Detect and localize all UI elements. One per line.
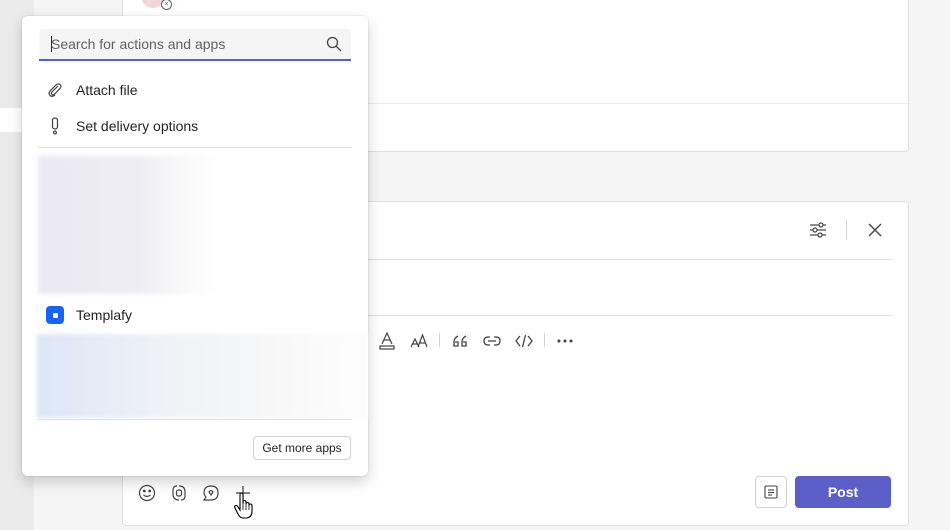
text-caret [51,36,52,52]
exclamation-icon [44,117,66,135]
app-icon-wrapper [44,306,66,324]
link-icon[interactable] [481,331,503,351]
hand-cursor-icon [233,492,255,525]
font-size-icon[interactable] [409,331,429,351]
actions-apps-popup: Attach file Set delivery options Templaf… [22,16,368,476]
app-item-templafy[interactable]: Templafy [22,297,368,333]
templafy-logo [46,306,64,324]
loop-icon[interactable] [169,483,189,503]
paperclip-icon [44,82,66,98]
body-divider [368,315,892,316]
post-card-divider [368,103,908,104]
popup-divider-2 [38,419,352,420]
get-more-apps-button[interactable]: Get more apps [253,436,351,460]
blurred-app-list [38,156,218,294]
more-icon[interactable] [555,331,575,351]
menu-item-label: Set delivery options [76,118,199,134]
sliders-icon[interactable] [806,219,830,241]
code-icon[interactable] [513,331,535,351]
header-separator [846,220,847,240]
format-toggle-button[interactable] [755,476,787,508]
popup-divider [38,147,352,148]
app-item-label: Templafy [76,307,133,323]
font-color-icon[interactable] [377,331,397,351]
search-input[interactable] [51,29,311,59]
emoji-icon[interactable] [137,483,157,503]
post-button[interactable]: Post [795,476,891,508]
search-field[interactable] [39,29,351,61]
praise-icon[interactable] [201,483,221,503]
subject-divider [368,259,892,260]
search-icon[interactable] [326,36,342,57]
close-icon[interactable] [864,220,886,240]
menu-item-attach-file[interactable]: Attach file [22,72,368,108]
quote-icon[interactable] [450,331,470,351]
menu-item-set-delivery-options[interactable]: Set delivery options [22,108,368,144]
blurred-app-list-2 [37,334,367,418]
menu-item-label: Attach file [76,82,138,98]
format-separator [439,333,440,347]
format-separator-2 [544,333,545,347]
